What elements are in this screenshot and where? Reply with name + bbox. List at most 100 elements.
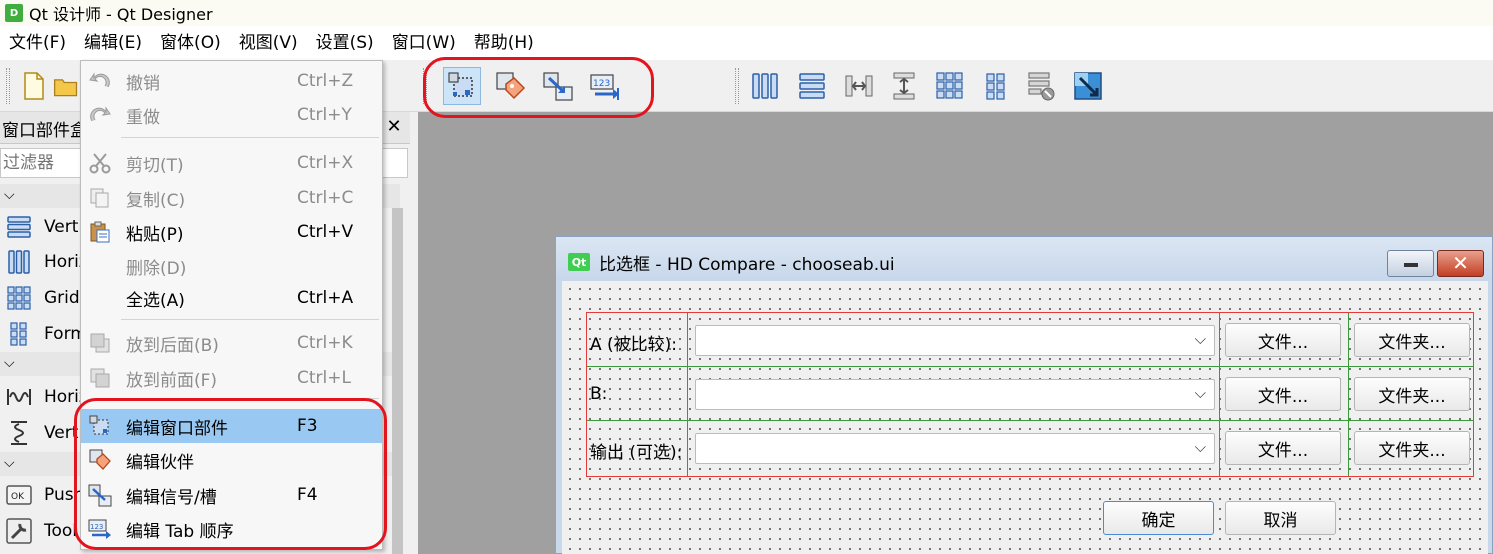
menu-item-cut[interactable]: 剪切(T) Ctrl+X [81,146,382,180]
minimize-icon [1403,263,1418,267]
menu-item-label: 编辑信号/槽 [126,487,217,508]
menu-edit[interactable]: 编辑(E) [75,26,152,60]
menu-item-edit-signals-slots[interactable]: 编辑信号/槽 F4 [81,478,382,512]
toolbar-handle[interactable] [6,68,10,104]
paste-icon [87,219,113,245]
file-button-a[interactable]: 文件... [1225,323,1341,357]
menu-separator [121,137,379,138]
layout-horizontal-splitter-icon[interactable] [840,67,878,105]
send-to-back-icon [87,330,113,356]
menu-item-shortcut: Ctrl+L [297,368,351,388]
menu-item-label: 复制(C) [126,190,186,211]
menu-item-undo[interactable]: 撤销 Ctrl+Z [81,64,382,98]
combo-output[interactable]: ⌵ [695,433,1215,464]
layout-grid-icon[interactable] [931,67,969,105]
layout-vertical-splitter-icon[interactable] [885,67,923,105]
vertical-spacer-icon [5,419,33,447]
cancel-button[interactable]: 取消 [1225,501,1336,535]
layout-vertical-icon[interactable] [793,67,831,105]
chevron-down-icon: ⌵ [1194,438,1206,456]
menu-item-label: 全选(A) [126,290,185,311]
edit-widgets-icon[interactable] [443,67,481,105]
menu-separator [121,319,379,320]
menu-item-bring-to-front[interactable]: 放到前面(F) Ctrl+L [81,361,382,395]
svg-text:OK: OK [11,492,25,502]
undo-icon [87,68,113,94]
layout-horizontal-icon[interactable] [746,67,784,105]
edit-signals-slots-icon[interactable] [539,67,577,105]
menu-item-label: 删除(D) [126,258,187,279]
widget-box-scrollbar[interactable] [392,208,403,554]
copy-icon [87,185,113,211]
menu-item-label: 剪切(T) [126,155,184,176]
file-button-output[interactable]: 文件... [1225,431,1341,465]
close-icon[interactable]: ✕ [383,116,405,138]
grid-layout[interactable]: A (被比较): ⌵ 文件... 文件夹... B: ⌵ 文件... 文件夹..… [586,312,1474,477]
menu-item-label: 放到后面(B) [126,335,219,356]
horizontal-spacer-icon [5,383,33,411]
file-button-b[interactable]: 文件... [1225,377,1341,411]
menu-item-label: 编辑伙伴 [126,452,194,473]
menu-item-shortcut: F4 [297,485,318,505]
menu-item-paste[interactable]: 粘贴(P) Ctrl+V [81,215,382,249]
folder-button-b[interactable]: 文件夹... [1354,377,1470,411]
menu-item-label: 编辑 Tab 顺序 [126,521,234,542]
menu-item-send-to-back[interactable]: 放到后面(B) Ctrl+K [81,326,382,360]
menu-item-shortcut: Ctrl+Z [297,71,354,91]
menu-bar: 文件(F) 编辑(E) 窗体(O) 视图(V) 设置(S) 窗口(W) 帮助(H… [0,26,1493,60]
close-button[interactable]: ✕ [1437,250,1484,277]
ok-button[interactable]: 确定 [1103,501,1214,535]
combo-b[interactable]: ⌵ [695,379,1215,410]
layout-form-icon[interactable] [977,67,1015,105]
menu-item-label: 编辑窗口部件 [126,418,228,439]
menu-file[interactable]: 文件(F) [0,26,75,60]
menu-view[interactable]: 视图(V) [230,26,307,60]
menu-item-select-all[interactable]: 全选(A) Ctrl+A [81,281,382,315]
toolbar-separator [735,68,739,104]
svg-text:123: 123 [593,79,610,89]
menu-separator [121,398,379,399]
chevron-down-icon: ⌵ [4,455,15,471]
vertical-layout-icon [5,213,33,241]
chevron-down-icon: ⌵ [4,187,15,203]
menu-settings[interactable]: 设置(S) [307,26,383,60]
chevron-down-icon: ⌵ [1194,330,1206,348]
svg-text:123: 123 [90,523,103,531]
menu-help[interactable]: 帮助(H) [465,26,543,60]
menu-item-redo[interactable]: 重做 Ctrl+Y [81,98,382,132]
new-file-icon[interactable] [14,67,52,105]
cut-icon [87,150,113,176]
edit-signals-slots-icon [87,482,113,508]
menu-item-edit-buddies[interactable]: 编辑伙伴 [81,443,382,477]
menu-item-shortcut: Ctrl+Y [297,105,352,125]
folder-button-a[interactable]: 文件夹... [1354,323,1470,357]
menu-window[interactable]: 窗口(W) [383,26,465,60]
form-layout-icon [5,320,33,348]
push-button-icon: OK [5,481,33,509]
edit-tab-order-icon: 123 [87,516,113,542]
menu-form[interactable]: 窗体(O) [151,26,230,60]
menu-item-shortcut: Ctrl+X [297,153,354,173]
edit-menu-dropdown: 撤销 Ctrl+Z 重做 Ctrl+Y 剪切(T) Ctrl+X 复制(C) C… [80,60,383,550]
edit-buddies-icon[interactable] [491,67,529,105]
horizontal-layout-icon [5,248,33,276]
folder-button-output[interactable]: 文件夹... [1354,431,1470,465]
menu-item-edit-widgets[interactable]: 编辑窗口部件 F3 [81,409,382,443]
menu-item-label: 放到前面(F) [126,370,218,391]
adjust-size-icon[interactable] [1069,67,1107,105]
form-title: 比选框 - HD Compare - chooseab.ui [599,255,895,275]
grid-layout-icon [5,284,33,312]
title-bar: D Qt 设计师 - Qt Designer [0,0,1493,26]
menu-item-edit-tab-order[interactable]: 123 编辑 Tab 顺序 [81,512,382,546]
menu-item-shortcut: Ctrl+V [297,222,354,242]
menu-item-delete[interactable]: 删除(D) [81,249,382,283]
combo-a[interactable]: ⌵ [695,325,1215,356]
edit-tab-order-icon[interactable]: 123 [586,67,624,105]
open-file-icon[interactable] [52,67,80,105]
chevron-down-icon: ⌵ [1194,384,1206,402]
minimize-button[interactable] [1387,250,1434,277]
redo-icon [87,102,113,128]
form-body[interactable]: A (被比较): ⌵ 文件... 文件夹... B: ⌵ 文件... 文件夹..… [562,281,1488,554]
break-layout-icon[interactable] [1022,67,1060,105]
menu-item-copy[interactable]: 复制(C) Ctrl+C [81,181,382,215]
